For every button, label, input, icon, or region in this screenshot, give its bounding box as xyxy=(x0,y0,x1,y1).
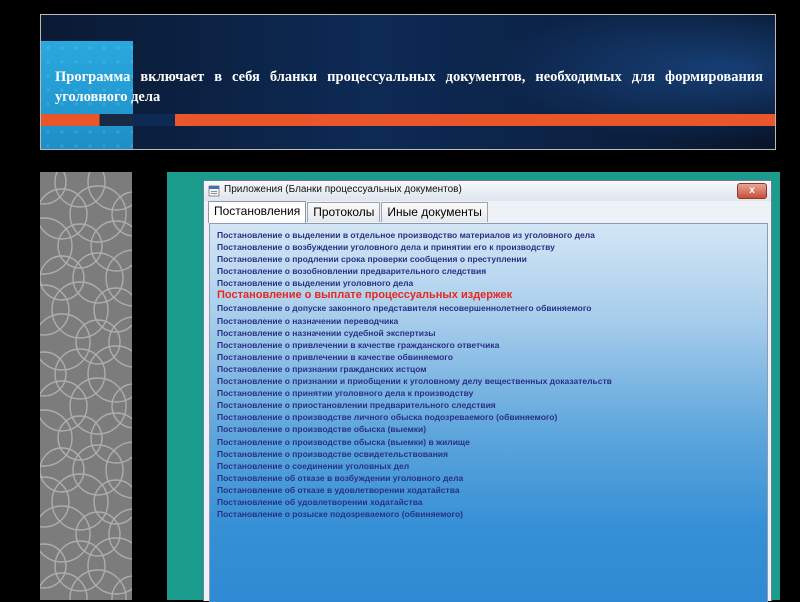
tab-other-documents[interactable]: Иные документы xyxy=(381,202,488,222)
list-item[interactable]: Постановление о допуске законного предст… xyxy=(217,302,767,314)
header-banner: Программа включает в себя бланки процесс… xyxy=(40,14,776,150)
circles-pattern-icon xyxy=(40,172,132,600)
documents-panel: Постановление о выделении в отдельное пр… xyxy=(209,223,768,602)
tab-decisions[interactable]: Постановления xyxy=(208,201,307,223)
list-item[interactable]: Постановление о признании гражданских ис… xyxy=(217,363,767,375)
list-item[interactable]: Постановление о соединении уголовных дел xyxy=(217,460,767,472)
list-item[interactable]: Постановление о назначении судебной эксп… xyxy=(217,327,767,339)
list-item[interactable]: Постановление о приостановлении предвари… xyxy=(217,399,767,411)
app-icon xyxy=(208,185,220,197)
close-icon: x xyxy=(749,185,755,196)
app-window: Приложения (Бланки процессуальных докуме… xyxy=(203,180,772,602)
list-item[interactable]: Постановление о возбуждении уголовного д… xyxy=(217,241,767,253)
list-item[interactable]: Постановление о выделении в отдельное пр… xyxy=(217,229,767,241)
list-item[interactable]: Постановление о привлечении в качестве г… xyxy=(217,339,767,351)
window-titlebar[interactable]: Приложения (Бланки процессуальных докуме… xyxy=(204,181,771,201)
list-item[interactable]: Постановление об отказе в удовлетворении… xyxy=(217,484,767,496)
close-button[interactable]: x xyxy=(737,183,767,199)
list-item[interactable]: Постановление о привлечении в качестве о… xyxy=(217,351,767,363)
list-item[interactable]: Постановление о признании и приобщении к… xyxy=(217,375,767,387)
list-item[interactable]: Постановление об отказе в возбуждении уг… xyxy=(217,472,767,484)
documents-list: Постановление о выделении в отдельное пр… xyxy=(210,224,767,520)
tab-protocols[interactable]: Протоколы xyxy=(307,202,381,222)
list-item[interactable]: Постановление о производстве обыска (вые… xyxy=(217,436,767,448)
window-title: Приложения (Бланки процессуальных докуме… xyxy=(224,184,462,195)
list-item[interactable]: Постановление о возобновлении предварите… xyxy=(217,265,767,277)
list-item-selected[interactable]: Постановление о выплате процессуальных и… xyxy=(217,289,767,302)
list-item[interactable]: Постановление о розыске подозреваемого (… xyxy=(217,508,767,520)
list-item[interactable]: Постановление о выделении уголовного дел… xyxy=(217,277,767,289)
list-item[interactable]: Постановление о назначении переводчика xyxy=(217,315,767,327)
list-item[interactable]: Постановление о производстве освидетельс… xyxy=(217,448,767,460)
banner-accent-stripe xyxy=(41,114,775,126)
list-item[interactable]: Постановление о производстве личного обы… xyxy=(217,411,767,423)
list-item[interactable]: Постановление о продлении срока проверки… xyxy=(217,253,767,265)
list-item[interactable]: Постановление об удовлетворении ходатайс… xyxy=(217,496,767,508)
list-item[interactable]: Постановление о производстве обыска (вые… xyxy=(217,423,767,435)
list-item[interactable]: Постановление о принятии уголовного дела… xyxy=(217,387,767,399)
banner-title: Программа включает в себя бланки процесс… xyxy=(55,69,763,105)
tab-bar: Постановления Протоколы Иные документы xyxy=(208,201,489,223)
decorative-circles-panel xyxy=(40,172,132,600)
